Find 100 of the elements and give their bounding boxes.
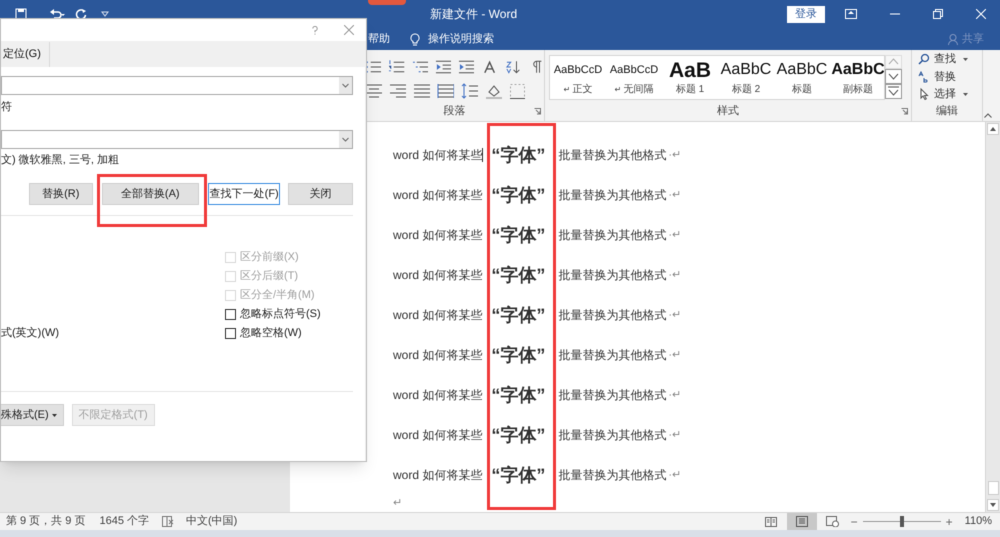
style-option[interactable]: AaBbCcD ↵ 正文 <box>550 56 606 99</box>
dialog-launcher-icon[interactable] <box>901 108 908 114</box>
ribbon-tab[interactable]: 帮助 <box>368 30 390 48</box>
decrease-indent-icon[interactable] <box>434 58 451 75</box>
paragraph-mark: ·↵ <box>668 348 682 363</box>
document-text: word 如何将某些 <box>393 307 482 324</box>
combo-field[interactable] <box>1 130 353 149</box>
redo-icon[interactable] <box>75 8 87 20</box>
collapse-ribbon-icon[interactable] <box>984 113 992 118</box>
document-text: 批量替换为其他格式 <box>558 467 666 484</box>
justify-icon[interactable] <box>413 82 430 99</box>
dialog-button[interactable]: 殊格式(E) <box>1 404 64 426</box>
scroll-up-icon[interactable] <box>987 123 999 135</box>
more-styles-icon[interactable] <box>885 84 902 99</box>
zoom-in-button[interactable]: + <box>946 512 953 530</box>
document-text: 批量替换为其他格式 <box>558 347 666 364</box>
zoom-level[interactable]: 110% <box>964 513 992 530</box>
select-icon <box>918 88 930 100</box>
document-text: word 如何将某些 <box>393 427 482 444</box>
align-center-icon[interactable] <box>365 82 382 99</box>
dialog-button[interactable]: 全部替换(A) <box>102 183 199 205</box>
style-option[interactable]: AaBbC 副标题 <box>830 56 884 99</box>
style-option[interactable]: AaBbC 标题 2 <box>718 56 774 99</box>
word-count[interactable]: 1645 个字 <box>99 513 149 530</box>
ribbon-button[interactable]: 查找 <box>918 51 982 68</box>
combo-field[interactable] <box>1 76 353 95</box>
style-label: 副标题 <box>843 82 873 97</box>
highlighted-text: “字体” <box>491 384 546 406</box>
style-label: 标题 <box>792 82 812 97</box>
ribbon-button[interactable]: 替换 <box>918 68 982 85</box>
dialog-button[interactable]: 关闭 <box>288 183 353 205</box>
read-mode-icon[interactable] <box>764 516 777 526</box>
save-icon[interactable] <box>15 8 27 20</box>
paragraph-mark: ·↵ <box>668 148 682 163</box>
web-layout-icon[interactable] <box>826 516 839 527</box>
style-option[interactable]: AaBbCcD ↵ 无间隔 <box>606 56 662 99</box>
highlighted-text: “字体” <box>491 304 546 326</box>
distribute-icon[interactable] <box>437 82 454 99</box>
replace-icon <box>918 70 930 83</box>
document-text: 批量替换为其他格式 <box>558 187 666 204</box>
vertical-scrollbar[interactable] <box>985 122 1000 512</box>
document-text: word 如何将某些 <box>393 347 482 364</box>
dialog-button[interactable]: 查找下一处(F) <box>208 183 280 205</box>
style-preview: AaBbC <box>776 60 828 80</box>
scroll-down-icon[interactable] <box>987 499 999 511</box>
document-text: word 如何将某些 <box>393 267 482 284</box>
style-option[interactable]: AaBbC 标题 <box>774 56 830 99</box>
checkbox[interactable] <box>225 328 236 339</box>
line-spacing-icon[interactable] <box>461 82 478 99</box>
highlighted-text: “字体” <box>491 344 546 366</box>
page-count[interactable]: 第 9 页，共 9 页 <box>6 513 86 530</box>
paragraph-mark: ·↵ <box>668 388 682 403</box>
scroll-thumb[interactable] <box>988 481 998 495</box>
tell-me-search[interactable]: 操作说明搜索 <box>410 30 494 48</box>
borders-icon[interactable] <box>509 82 526 99</box>
slider-thumb[interactable] <box>900 516 904 527</box>
style-label: 无间隔 <box>624 83 654 97</box>
multilevel-list-icon[interactable] <box>412 58 428 75</box>
style-preview: AaBbCcD <box>610 62 658 78</box>
highlighted-text: “字体” <box>491 264 546 286</box>
option-label: 区分全/半角(M) <box>240 288 315 304</box>
scroll-down-icon[interactable] <box>885 69 902 84</box>
sort-icon[interactable] <box>504 58 521 75</box>
zoom-slider[interactable] <box>862 516 941 527</box>
document-text: 批量替换为其他格式 <box>558 147 666 164</box>
option-label[interactable]: 式(英文)(W) <box>1 324 60 342</box>
proofing-icon[interactable] <box>162 516 174 527</box>
dialog-tab[interactable]: 定位(G) <box>1 42 50 67</box>
language-indicator[interactable]: 中文(中国) <box>186 513 238 530</box>
highlighted-text: “字体” <box>491 224 546 246</box>
help-icon[interactable] <box>312 26 318 34</box>
dialog-launcher-icon[interactable] <box>534 108 541 114</box>
group-label: 样式 <box>717 104 739 118</box>
highlighted-text: “字体” <box>491 144 546 166</box>
ribbon-display-icon[interactable] <box>845 9 857 19</box>
document-text: 批量替换为其他格式 <box>558 267 666 284</box>
style-preview: AaB <box>668 58 711 82</box>
print-layout-button[interactable] <box>786 513 817 530</box>
ribbon-button[interactable]: 选择 <box>918 86 982 102</box>
paragraph-mark: ·↵ <box>668 268 682 283</box>
undo-icon[interactable] <box>49 8 65 20</box>
shading-icon[interactable] <box>485 82 502 99</box>
character-spacing-icon[interactable] <box>481 58 498 75</box>
numbered-list-icon[interactable] <box>388 58 404 75</box>
customize-caret-icon[interactable] <box>101 11 109 17</box>
window-title: 新建文件 - Word <box>430 6 518 23</box>
checkbox[interactable] <box>225 309 236 320</box>
restore-icon[interactable] <box>933 9 943 19</box>
align-right-icon[interactable] <box>389 82 406 99</box>
highlighted-text: “字体” <box>491 464 546 486</box>
document-text: word 如何将某些 <box>393 227 482 244</box>
dialog-button[interactable]: 替换(R) <box>29 183 93 205</box>
style-preview: AaBbCcD <box>554 62 602 78</box>
zoom-out-button[interactable]: − <box>850 512 858 530</box>
style-option[interactable]: AaB 标题 1 <box>662 56 718 99</box>
sign-in-button[interactable]: 登录 <box>787 6 825 22</box>
increase-indent-icon[interactable] <box>458 58 474 75</box>
paragraph-mark: ·↵ <box>668 468 682 483</box>
highlighted-text: “字体” <box>491 184 546 206</box>
document-text: 批量替换为其他格式 <box>558 427 666 444</box>
